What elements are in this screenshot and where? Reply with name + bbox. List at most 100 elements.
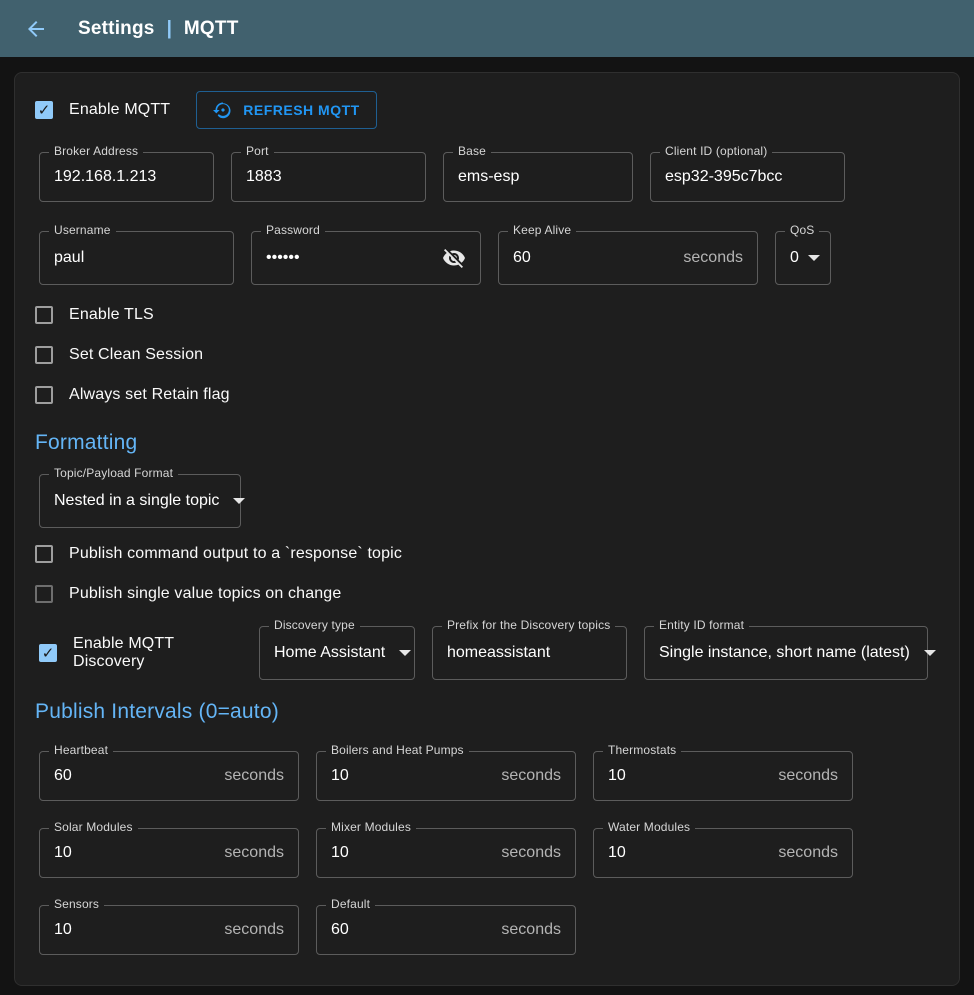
discovery-type-value: Home Assistant [274, 644, 385, 662]
toggle-password-visibility-button[interactable] [442, 246, 466, 270]
discovery-type-select[interactable]: Discovery type Home Assistant [259, 626, 415, 680]
visibility-off-icon [442, 246, 466, 270]
water-interval-field[interactable]: Water Modules 10 seconds [593, 828, 853, 878]
discovery-type-label: Discovery type [269, 618, 360, 632]
check-icon: ✓ [38, 103, 51, 118]
dropdown-arrow-icon [924, 650, 936, 656]
entity-id-format-select[interactable]: Entity ID format Single instance, short … [644, 626, 928, 680]
discovery-prefix-label: Prefix for the Discovery topics [442, 618, 615, 632]
formatting-options-group: Publish command output to a `response` t… [35, 534, 947, 614]
topic-format-select[interactable]: Topic/Payload Format Nested in a single … [39, 474, 241, 528]
username-label: Username [49, 223, 116, 237]
topic-format-label: Topic/Payload Format [49, 466, 178, 480]
clean-session-label: Set Clean Session [69, 346, 203, 364]
page-subtitle: MQTT [184, 18, 239, 40]
heartbeat-value: 60 [54, 767, 72, 785]
water-label: Water Modules [603, 820, 695, 834]
password-value: •••••• [266, 249, 300, 267]
mixer-interval-field[interactable]: Mixer Modules 10 seconds [316, 828, 576, 878]
enable-mqtt-label: Enable MQTT [69, 101, 170, 119]
mqtt-settings-card: ✓ Enable MQTT REFRESH MQTT Broker Addres… [14, 72, 960, 986]
formatting-section-title: Formatting [35, 431, 947, 455]
thermostats-interval-field[interactable]: Thermostats 10 seconds [593, 751, 853, 801]
dropdown-arrow-icon [399, 650, 411, 656]
enable-tls-checkbox[interactable]: Enable TLS [35, 295, 947, 335]
broker-address-label: Broker Address [49, 144, 143, 158]
intervals-row-1: Heartbeat 60 seconds Boilers and Heat Pu… [27, 751, 947, 801]
username-field[interactable]: Username paul [39, 231, 234, 285]
publish-response-checkbox[interactable]: Publish command output to a `response` t… [35, 534, 947, 574]
keep-alive-value: 60 [513, 249, 531, 267]
default-value: 60 [331, 921, 349, 939]
boilers-suffix: seconds [501, 767, 561, 785]
refresh-mqtt-button[interactable]: REFRESH MQTT [196, 91, 376, 129]
topic-format-value: Nested in a single topic [54, 492, 219, 510]
port-field[interactable]: Port 1883 [231, 152, 426, 202]
enable-discovery-checkbox[interactable]: ✓ Enable MQTT Discovery [39, 633, 242, 673]
retain-flag-label: Always set Retain flag [69, 386, 230, 404]
retain-flag-checkbox[interactable]: Always set Retain flag [35, 375, 947, 415]
broker-address-field[interactable]: Broker Address 192.168.1.213 [39, 152, 214, 202]
enable-mqtt-checkbox[interactable]: ✓ Enable MQTT [35, 90, 170, 130]
connection-row-2: Username paul Password •••••• Keep Alive… [27, 231, 947, 285]
default-label: Default [326, 897, 375, 911]
check-icon: ✓ [42, 646, 55, 661]
thermostats-suffix: seconds [778, 767, 838, 785]
heartbeat-label: Heartbeat [49, 743, 113, 757]
password-label: Password [261, 223, 325, 237]
sensors-value: 10 [54, 921, 72, 939]
qos-value: 0 [790, 249, 799, 267]
solar-interval-field[interactable]: Solar Modules 10 seconds [39, 828, 299, 878]
thermostats-value: 10 [608, 767, 626, 785]
intervals-row-2: Solar Modules 10 seconds Mixer Modules 1… [27, 828, 947, 878]
keep-alive-label: Keep Alive [508, 223, 576, 237]
heartbeat-interval-field[interactable]: Heartbeat 60 seconds [39, 751, 299, 801]
back-button[interactable] [24, 17, 48, 41]
solar-value: 10 [54, 844, 72, 862]
publish-single-value-checkbox[interactable]: Publish single value topics on change [35, 574, 947, 614]
publish-response-label: Publish command output to a `response` t… [69, 545, 402, 563]
enable-tls-label: Enable TLS [69, 306, 154, 324]
water-value: 10 [608, 844, 626, 862]
title-separator: | [167, 18, 172, 40]
connection-row-1: Broker Address 192.168.1.213 Port 1883 B… [27, 152, 947, 202]
solar-suffix: seconds [224, 844, 284, 862]
port-value: 1883 [246, 168, 282, 186]
default-suffix: seconds [501, 921, 561, 939]
publish-single-value-label: Publish single value topics on change [69, 585, 341, 603]
username-value: paul [54, 249, 84, 267]
heartbeat-suffix: seconds [224, 767, 284, 785]
base-label: Base [453, 144, 491, 158]
arrow-back-icon [24, 17, 48, 41]
enable-mqtt-row: ✓ Enable MQTT REFRESH MQTT [35, 89, 947, 131]
entity-id-format-value: Single instance, short name (latest) [659, 644, 910, 662]
options-group: Enable TLS Set Clean Session Always set … [35, 295, 947, 415]
discovery-prefix-value: homeassistant [447, 644, 550, 662]
enable-discovery-label: Enable MQTT Discovery [73, 635, 242, 671]
dropdown-arrow-icon [808, 255, 820, 261]
page-title: Settings [78, 18, 155, 40]
clean-session-checkbox[interactable]: Set Clean Session [35, 335, 947, 375]
keep-alive-field[interactable]: Keep Alive 60 seconds [498, 231, 758, 285]
dropdown-arrow-icon [233, 498, 245, 504]
qos-select[interactable]: QoS 0 [775, 231, 831, 285]
password-field[interactable]: Password •••••• [251, 231, 481, 285]
broker-address-value: 192.168.1.213 [54, 168, 156, 186]
mixer-label: Mixer Modules [326, 820, 416, 834]
refresh-restore-icon [213, 100, 233, 120]
discovery-prefix-field[interactable]: Prefix for the Discovery topics homeassi… [432, 626, 627, 680]
qos-label: QoS [785, 223, 819, 237]
keep-alive-suffix: seconds [683, 249, 743, 267]
sensors-label: Sensors [49, 897, 104, 911]
checkbox-checked-icon: ✓ [39, 644, 57, 662]
topic-format-row: Topic/Payload Format Nested in a single … [27, 474, 947, 528]
intervals-row-3: Sensors 10 seconds Default 60 seconds [27, 905, 947, 955]
boilers-interval-field[interactable]: Boilers and Heat Pumps 10 seconds [316, 751, 576, 801]
client-id-field[interactable]: Client ID (optional) esp32-395c7bcc [650, 152, 845, 202]
sensors-interval-field[interactable]: Sensors 10 seconds [39, 905, 299, 955]
base-field[interactable]: Base ems-esp [443, 152, 633, 202]
discovery-row: ✓ Enable MQTT Discovery Discovery type H… [27, 626, 947, 680]
default-interval-field[interactable]: Default 60 seconds [316, 905, 576, 955]
checkbox-unchecked-icon [35, 386, 53, 404]
mixer-suffix: seconds [501, 844, 561, 862]
